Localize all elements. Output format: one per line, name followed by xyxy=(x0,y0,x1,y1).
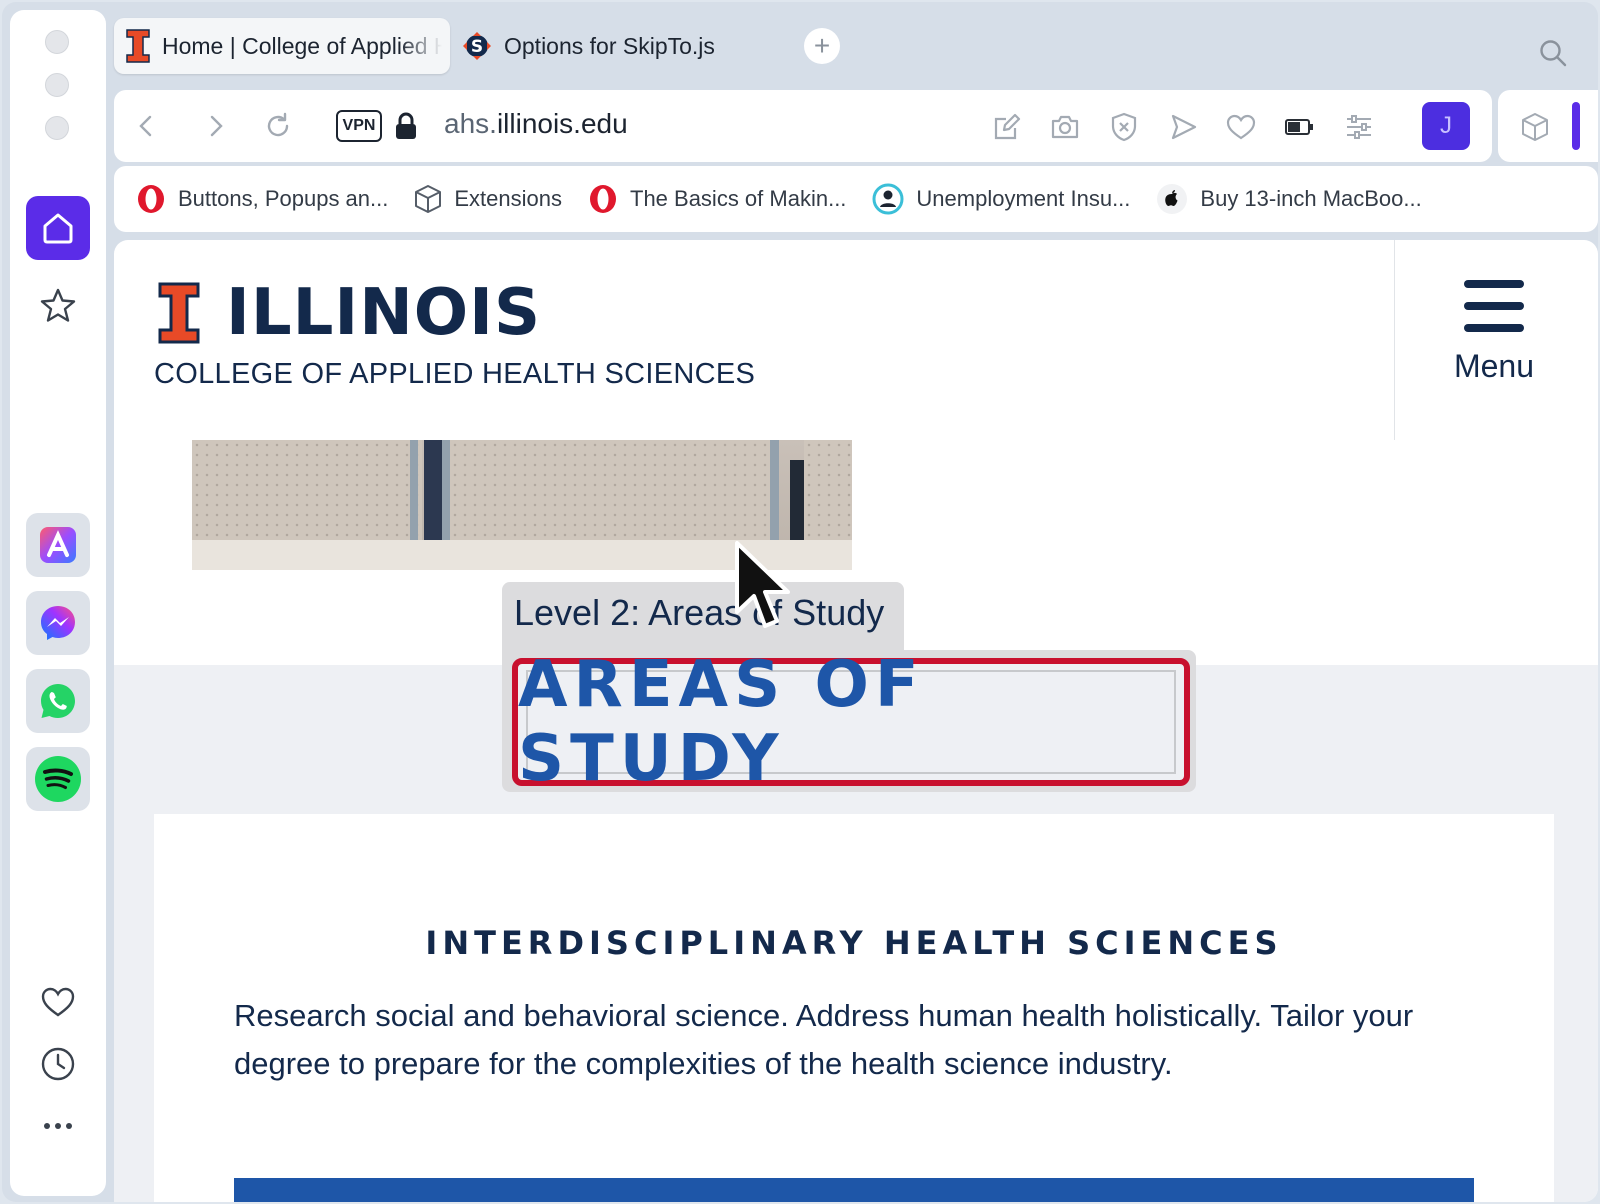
sidebar-aria-button[interactable] xyxy=(26,513,90,577)
sliders-icon xyxy=(1347,115,1371,139)
minimize-window-button[interactable] xyxy=(45,73,69,97)
card-link-button[interactable] xyxy=(234,1178,1474,1202)
spotify-icon xyxy=(35,756,81,802)
illinois-block-i-icon xyxy=(126,29,150,63)
skipto-focus-highlight: AREAS OF STUDY xyxy=(512,648,1190,796)
bookmark-item[interactable]: The Basics of Makin... xyxy=(588,184,846,214)
address-bar: VPN ahs.illinois.edu J xyxy=(114,90,1492,162)
bookmark-label: Buttons, Popups an... xyxy=(178,186,389,211)
chevron-left-icon xyxy=(139,115,152,137)
chevron-right-icon xyxy=(210,115,223,137)
person-icon xyxy=(872,183,904,215)
web-page: ILLINOIS COLLEGE OF APPLIED HEALTH SCIEN… xyxy=(114,240,1598,1202)
skipto-icon: S xyxy=(463,32,491,60)
search-icon xyxy=(1540,40,1567,67)
adblock-button[interactable] xyxy=(1107,110,1141,144)
aria-icon xyxy=(40,527,76,563)
plus-icon: + xyxy=(813,30,831,61)
menu-button[interactable]: Menu xyxy=(1414,280,1574,410)
tab-search-button[interactable] xyxy=(1538,38,1568,73)
easy-setup-sliders-button[interactable] xyxy=(1342,110,1376,144)
menu-divider xyxy=(1394,240,1395,440)
bookmarks-bar: Buttons, Popups an... Extensions The Bas… xyxy=(114,166,1598,232)
camera-icon xyxy=(1051,115,1079,139)
whatsapp-icon xyxy=(41,684,75,718)
bookmark-item[interactable]: Extensions xyxy=(414,184,562,214)
bookmark-label: Unemployment Insu... xyxy=(916,186,1131,211)
send-icon xyxy=(1171,114,1197,140)
extensions-button[interactable] xyxy=(1518,110,1552,144)
sidebar-more-button[interactable] xyxy=(26,1094,90,1158)
bookmark-label: Extensions xyxy=(454,186,562,211)
extensions-panel xyxy=(1498,90,1598,162)
bookmark-item[interactable]: Buttons, Popups an... xyxy=(136,184,388,214)
college-name[interactable]: COLLEGE OF APPLIED HEALTH SCIENCES xyxy=(154,358,755,391)
site-wordmark[interactable]: ILLINOIS xyxy=(226,276,541,350)
cube-icon xyxy=(415,185,442,213)
forward-button[interactable] xyxy=(200,110,232,142)
sidebar-history-button[interactable] xyxy=(26,1032,90,1096)
program-card: INTERDISCIPLINARY HEALTH SCIENCES Resear… xyxy=(154,814,1554,1202)
apple-icon xyxy=(1157,184,1188,214)
url-field[interactable]: ahs.illinois.edu xyxy=(444,108,628,140)
close-window-button[interactable] xyxy=(45,30,69,54)
tab-illinois-home[interactable]: Home | College of Applied Health Science… xyxy=(114,18,450,74)
sidebar-messenger-button[interactable] xyxy=(26,591,90,655)
opera-icon xyxy=(590,185,616,213)
shield-x-icon xyxy=(1111,112,1137,142)
send-button[interactable] xyxy=(1166,110,1200,144)
vpn-badge[interactable]: VPN xyxy=(336,110,382,142)
profile-avatar-button[interactable]: J xyxy=(1422,102,1470,150)
url-domain: illinois.edu xyxy=(496,108,628,139)
hamburger-icon xyxy=(1464,280,1524,346)
menu-label: Menu xyxy=(1453,348,1535,384)
browser-sidebar xyxy=(10,10,106,1196)
section-title: AREAS OF STUDY xyxy=(518,648,925,796)
cube-icon xyxy=(1522,113,1548,141)
sidebar-home-button[interactable] xyxy=(26,196,90,260)
sidebar-pinboards-button[interactable] xyxy=(26,970,90,1034)
svg-text:S: S xyxy=(471,37,483,57)
more-dots-icon xyxy=(44,1123,72,1129)
back-button[interactable] xyxy=(130,110,162,142)
tab-skipto-options[interactable]: S Options for SkipTo.js xyxy=(458,18,798,74)
bookmark-item[interactable]: Unemployment Insu... xyxy=(872,183,1130,215)
lock-icon[interactable] xyxy=(390,110,422,142)
sidebar-bookmarks-button[interactable] xyxy=(26,274,90,338)
clock-icon xyxy=(41,1047,75,1081)
illinois-block-i-logo[interactable] xyxy=(156,282,218,344)
reload-button[interactable] xyxy=(262,110,294,142)
bookmark-label: Buy 13-inch MacBoo... xyxy=(1200,186,1422,211)
zoom-window-button[interactable] xyxy=(45,116,69,140)
new-tab-button[interactable]: + xyxy=(804,28,840,64)
sidebar-toggle-indicator[interactable] xyxy=(1572,102,1580,150)
favorite-button[interactable] xyxy=(1224,110,1258,144)
url-subdomain: ahs. xyxy=(444,108,497,139)
snapshot-button[interactable] xyxy=(1048,110,1082,144)
messenger-icon xyxy=(41,606,75,640)
star-icon xyxy=(40,288,76,322)
heart-icon xyxy=(41,987,75,1017)
card-body: Research social and behavioral science. … xyxy=(234,998,1414,1081)
home-icon xyxy=(43,213,73,244)
sidebar-whatsapp-button[interactable] xyxy=(26,669,90,733)
battery-icon xyxy=(1285,119,1313,135)
heart-icon xyxy=(1226,114,1256,140)
easy-setup-button[interactable] xyxy=(990,110,1024,144)
reload-icon xyxy=(267,112,289,137)
tab-title: Options for SkipTo.js xyxy=(504,32,715,59)
bookmark-label: The Basics of Makin... xyxy=(630,186,847,211)
battery-saver-button[interactable] xyxy=(1282,110,1316,144)
card-heading[interactable]: INTERDISCIPLINARY HEALTH SCIENCES xyxy=(154,924,1554,962)
tab-title: Home | College of Applied Health Science… xyxy=(162,32,442,59)
bookmark-item[interactable]: Buy 13-inch MacBoo... xyxy=(1156,183,1422,215)
mouse-pointer-icon xyxy=(735,541,790,628)
sidebar-spotify-button[interactable] xyxy=(26,747,90,811)
edit-share-icon xyxy=(994,113,1021,140)
browser-window: Home | College of Applied Health Science… xyxy=(2,2,1598,1202)
opera-icon xyxy=(138,185,164,213)
